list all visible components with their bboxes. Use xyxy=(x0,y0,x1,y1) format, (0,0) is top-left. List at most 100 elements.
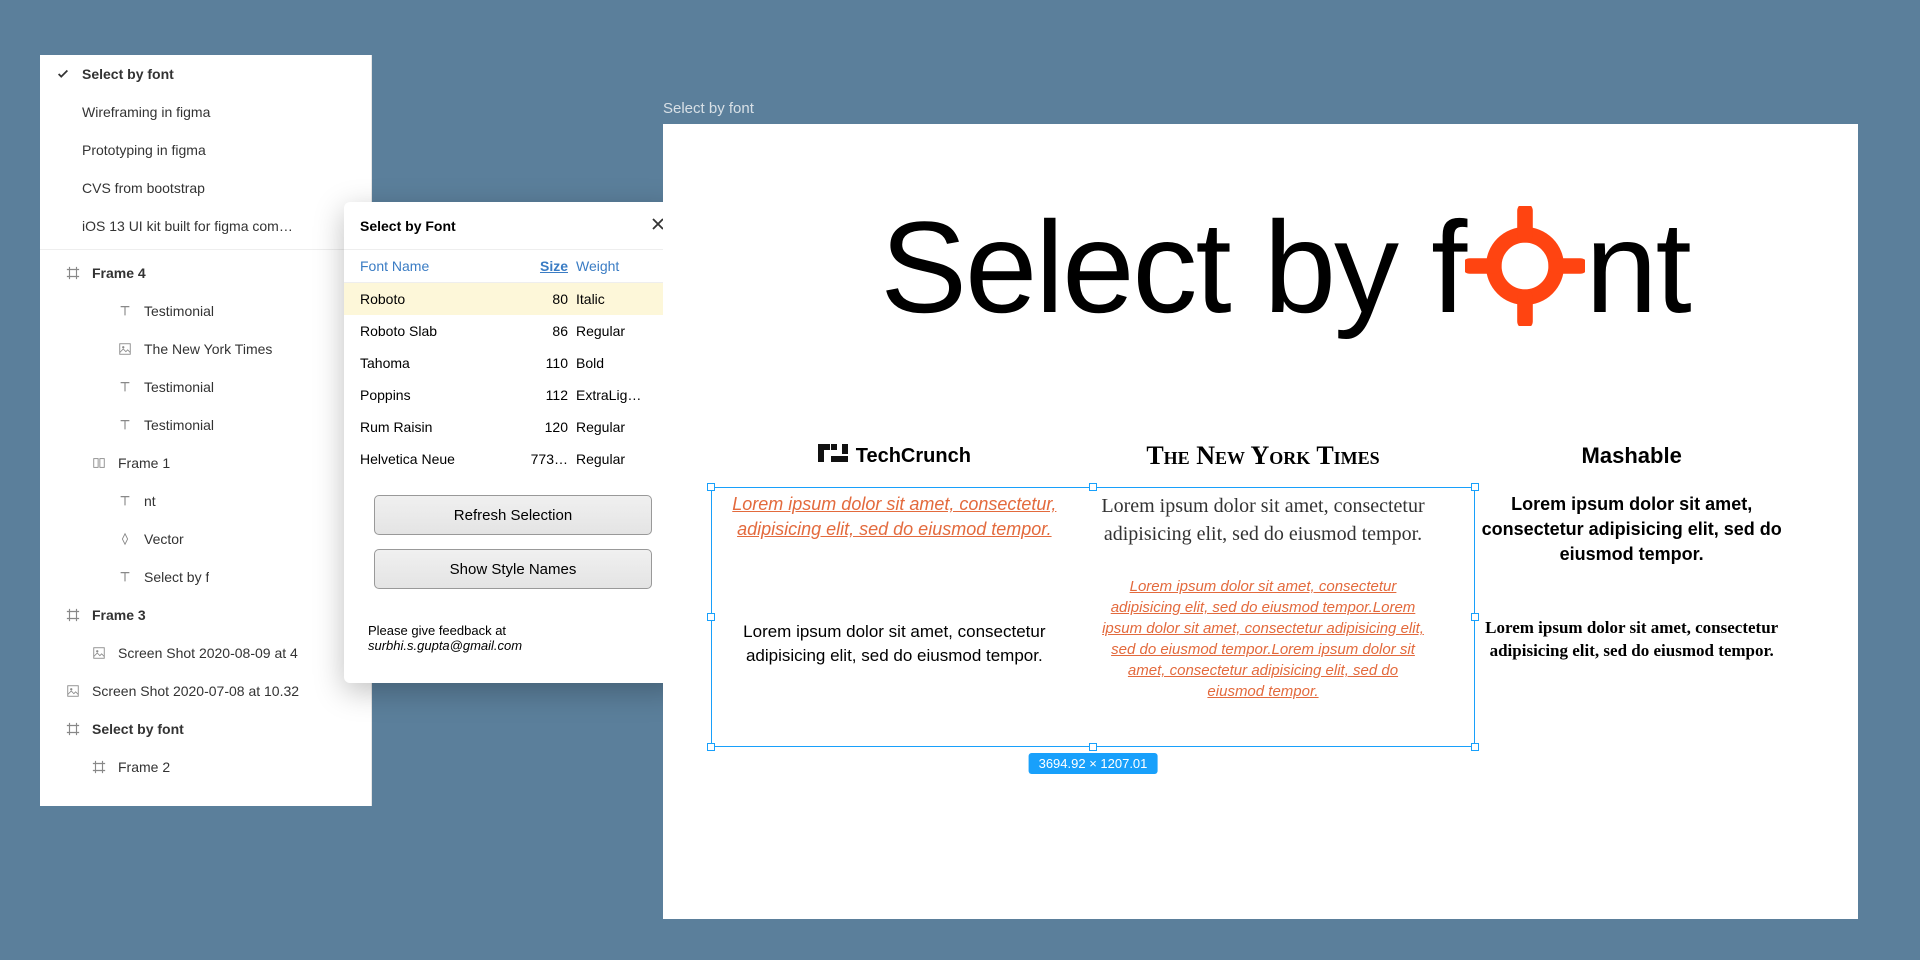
layers-panel: Select by font Wireframing in figma Prot… xyxy=(40,55,372,806)
layer-label: Testimonial xyxy=(144,303,214,319)
font-name: Poppins xyxy=(360,387,500,403)
layer-row[interactable]: nt xyxy=(40,482,371,520)
layer-row[interactable]: Select by f xyxy=(40,558,371,596)
font-size: 120 xyxy=(508,419,568,435)
page-item[interactable]: CVS from bootstrap xyxy=(40,169,371,207)
font-row[interactable]: Tahoma 110 Bold xyxy=(344,347,682,379)
layer-row[interactable]: Select by font xyxy=(40,710,371,748)
plugin-panel: Select by Font Font Name Size Weight Rob… xyxy=(344,202,682,683)
selection-box[interactable]: 3694.92 × 1207.01 xyxy=(711,487,1475,747)
selection-size-badge: 3694.92 × 1207.01 xyxy=(1029,753,1158,774)
target-icon xyxy=(1465,206,1585,356)
layer-label: Frame 1 xyxy=(118,455,170,471)
font-row[interactable]: Rum Raisin 120 Regular xyxy=(344,411,682,443)
layer-label: Select by f xyxy=(144,569,209,585)
font-weight: Bold xyxy=(576,355,666,371)
header-name[interactable]: Font Name xyxy=(360,258,500,274)
vector-icon xyxy=(116,530,134,548)
layer-row[interactable]: Vector xyxy=(40,520,371,558)
layer-label: Testimonial xyxy=(144,417,214,433)
page-item[interactable]: Select by font xyxy=(40,55,371,93)
font-size: 112 xyxy=(508,387,568,403)
page-label: Prototyping in figma xyxy=(82,142,206,158)
layer-row[interactable]: Frame 1 xyxy=(40,444,371,482)
frame-icon xyxy=(90,758,108,776)
group-icon xyxy=(90,454,108,472)
tc-logo-icon xyxy=(818,444,848,468)
page-label: Wireframing in figma xyxy=(82,104,210,120)
layer-label: Select by font xyxy=(92,721,184,737)
page-label: CVS from bootstrap xyxy=(82,180,205,196)
checkmark-icon xyxy=(54,65,72,83)
font-size: 86 xyxy=(508,323,568,339)
font-weight: Regular xyxy=(576,323,666,339)
font-name: Helvetica Neue xyxy=(360,451,500,467)
header-weight[interactable]: Weight xyxy=(576,258,666,274)
font-name: Roboto Slab xyxy=(360,323,500,339)
page-label: Select by font xyxy=(82,66,174,82)
show-styles-button[interactable]: Show Style Names xyxy=(374,549,652,589)
layer-label: Testimonial xyxy=(144,379,214,395)
font-size: 80 xyxy=(508,291,568,307)
layer-row[interactable]: Frame 4 xyxy=(40,254,371,292)
font-row[interactable]: Poppins 112 ExtraLig… xyxy=(344,379,682,411)
image-icon xyxy=(116,340,134,358)
layer-label: nt xyxy=(144,493,156,509)
font-size: 110 xyxy=(508,355,568,371)
font-weight: Regular xyxy=(576,419,666,435)
font-name: Rum Raisin xyxy=(360,419,500,435)
layer-label: Screen Shot 2020-07-08 at 10.32 xyxy=(92,683,299,699)
image-icon xyxy=(64,682,82,700)
layer-row[interactable]: The New York Times xyxy=(40,330,371,368)
layer-row[interactable]: Screen Shot 2020-07-08 at 10.32 xyxy=(40,672,371,710)
font-row[interactable]: Roboto80Italic xyxy=(344,283,682,315)
layer-row[interactable]: Frame 3 xyxy=(40,596,371,634)
layer-label: Frame 3 xyxy=(92,607,146,623)
font-row[interactable]: Helvetica Neue 773… Regular xyxy=(344,443,682,475)
frame-icon xyxy=(64,264,82,282)
layer-row[interactable]: Testimonial xyxy=(40,292,371,330)
layer-label: Frame 2 xyxy=(118,759,170,775)
plugin-title: Select by Font xyxy=(360,218,456,234)
page-item[interactable]: Wireframing in figma xyxy=(40,93,371,131)
text-icon xyxy=(116,568,134,586)
page-item[interactable]: Prototyping in figma xyxy=(40,131,371,169)
font-name: Tahoma xyxy=(360,355,500,371)
plugin-titlebar[interactable]: Select by Font xyxy=(344,202,682,250)
text-icon xyxy=(116,378,134,396)
refresh-button[interactable]: Refresh Selection xyxy=(374,495,652,535)
text-icon xyxy=(116,492,134,510)
layer-label: Screen Shot 2020-08-09 at 4 xyxy=(118,645,298,661)
header-size[interactable]: Size xyxy=(508,258,568,274)
image-icon xyxy=(90,644,108,662)
testimonial-text: Lorem ipsum dolor sit amet, consectetur … xyxy=(1456,478,1807,582)
text-icon xyxy=(116,302,134,320)
layer-label: Vector xyxy=(144,531,184,547)
col-mashable: Mashable Lorem ipsum dolor sit amet, con… xyxy=(1450,434,1813,716)
font-row[interactable]: Roboto Slab 86 Regular xyxy=(344,315,682,347)
page-item[interactable]: iOS 13 UI kit built for figma com… xyxy=(40,207,371,245)
font-weight: Regular xyxy=(576,451,666,467)
layer-row[interactable]: Screen Shot 2020-08-09 at 4 xyxy=(40,634,371,672)
frame-icon xyxy=(64,720,82,738)
brand-nyt: The New York Times xyxy=(1088,434,1439,478)
font-size: 773… xyxy=(508,451,568,467)
canvas-frame[interactable]: Select by fnt TechCrunch Lorem ipsum dol… xyxy=(663,124,1858,919)
font-weight: ExtraLig… xyxy=(576,387,666,403)
layer-label: Frame 4 xyxy=(92,265,146,281)
layer-row[interactable]: Testimonial xyxy=(40,406,371,444)
page-label: iOS 13 UI kit built for figma com… xyxy=(82,218,293,234)
layer-row[interactable]: Testimonial xyxy=(40,368,371,406)
feedback-text: Please give feedback at surbhi.s.gupta@g… xyxy=(344,597,682,683)
layer-label: The New York Times xyxy=(144,341,272,357)
brand-mashable: Mashable xyxy=(1456,434,1807,478)
frame-label[interactable]: Select by font xyxy=(663,100,754,117)
layer-row[interactable]: Frame 2 xyxy=(40,748,371,786)
font-name: Roboto xyxy=(360,291,500,307)
layer-tree: Frame 4 Testimonial The New York Times Test… xyxy=(40,254,371,786)
frame-icon xyxy=(64,606,82,624)
testimonial-text: Lorem ipsum dolor sit amet, consectetur … xyxy=(1456,602,1807,678)
page-list: Select by font Wireframing in figma Prot… xyxy=(40,55,371,245)
table-header: Font Name Size Weight xyxy=(344,250,682,283)
brand-techcrunch: TechCrunch xyxy=(719,434,1070,478)
